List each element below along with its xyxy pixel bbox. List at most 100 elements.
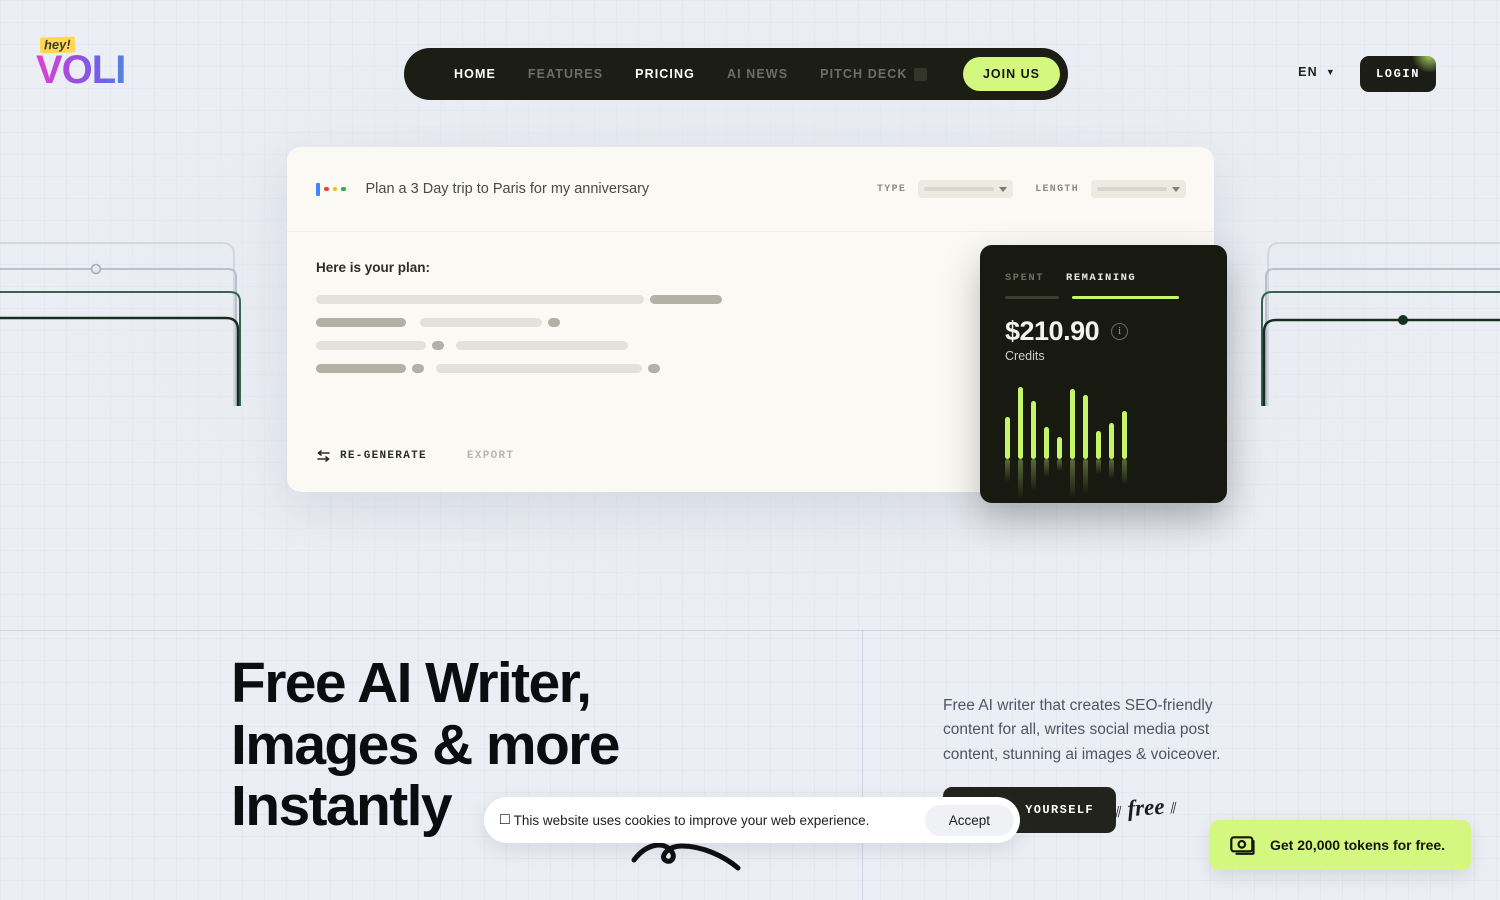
google-dots-icon	[316, 182, 346, 196]
credits-amount: $210.90	[1005, 316, 1100, 346]
sparkle-right-icon: ⫽	[1169, 800, 1178, 818]
credits-bar	[1096, 387, 1101, 474]
skeleton-bar	[316, 364, 406, 373]
credits-bar-positive	[1005, 417, 1010, 459]
length-placeholder-skeleton	[1097, 187, 1167, 191]
decorative-circuit-left	[0, 242, 241, 406]
logo[interactable]: hey! VOLI	[36, 36, 166, 92]
prompt-text: Plan a 3 Day trip to Paris for my annive…	[365, 181, 650, 197]
credits-bar-negative	[1057, 459, 1062, 471]
credits-label: Credits	[1005, 349, 1045, 363]
info-icon[interactable]: i	[1111, 323, 1129, 340]
nav-item-label: AI NEWS	[726, 67, 789, 81]
credits-bar	[1122, 387, 1127, 485]
section-divider-vertical	[862, 630, 863, 900]
token-promo-toast[interactable]: Get 20,000 tokens for free.	[1210, 820, 1471, 870]
generator-card-header: Plan a 3 Day trip to Paris for my annive…	[287, 147, 1214, 232]
credits-bar-negative	[1018, 459, 1023, 499]
skeleton-bar	[456, 341, 628, 350]
chevron-down-icon	[1172, 186, 1180, 192]
type-select[interactable]	[918, 180, 1014, 198]
skeleton-bar	[316, 295, 644, 304]
page-description: Free AI writer that creates SEO-friendly…	[943, 697, 1221, 763]
nav-item-home[interactable]: HOME	[438, 67, 512, 81]
length-select[interactable]	[1091, 180, 1186, 198]
join-us-button[interactable]: JOIN US	[962, 57, 1060, 91]
credits-bar-positive	[1109, 423, 1114, 459]
sparkle-left-icon: ⫽	[1114, 804, 1123, 822]
credits-amount-row: $210.90 i	[1005, 316, 1202, 347]
credits-bar	[1005, 387, 1010, 482]
login-button[interactable]: LOGIN	[1359, 56, 1436, 92]
new-badge-icon	[913, 67, 927, 81]
skeleton-bar	[412, 364, 424, 373]
credits-bar-negative	[1070, 459, 1075, 498]
credits-tab-indicators	[1005, 296, 1202, 299]
accept-cookies-button[interactable]: Accept	[924, 804, 1014, 836]
credits-bar-positive	[1057, 437, 1062, 459]
credits-bar-negative	[1109, 459, 1114, 479]
regenerate-icon	[317, 450, 330, 462]
nav-item-pricing[interactable]: PRICING	[619, 67, 711, 81]
export-button[interactable]: EXPORT	[467, 450, 514, 462]
tab-indicator-spent	[1005, 296, 1059, 299]
skeleton-bar	[432, 341, 444, 350]
credits-bar	[1018, 387, 1023, 499]
token-promo-message: Get 20,000 tokens for free.	[1270, 837, 1446, 853]
credits-bar-negative	[1083, 459, 1088, 494]
tab-spent[interactable]: SPENT	[1005, 272, 1044, 284]
credits-bar	[1109, 387, 1114, 479]
section-divider-horizontal	[0, 630, 1500, 631]
skeleton-bar	[436, 364, 642, 373]
credits-bar	[1044, 387, 1049, 477]
skeleton-bar	[316, 318, 406, 327]
logo-tagline: hey!	[39, 36, 75, 54]
skeleton-bar	[650, 295, 722, 304]
skeleton-bar	[316, 341, 426, 350]
credits-bar	[1083, 387, 1088, 494]
credits-bar-positive	[1044, 427, 1049, 459]
regenerate-button[interactable]: RE-GENERATE	[316, 450, 427, 462]
credits-bar-positive	[1031, 401, 1036, 459]
nav-item-label: HOME	[454, 67, 496, 81]
skeleton-bar	[648, 364, 660, 373]
type-placeholder-skeleton	[924, 187, 995, 191]
type-label: TYPE	[876, 183, 907, 195]
credits-bar-chart	[1005, 387, 1127, 499]
nav-item-features[interactable]: FEATURES	[512, 67, 619, 81]
credits-bar-negative	[1044, 459, 1049, 477]
length-label: LENGTH	[1035, 183, 1079, 195]
length-field: LENGTH	[1035, 180, 1186, 198]
credits-bar-negative	[1031, 459, 1036, 491]
tab-indicator-remaining	[1072, 296, 1179, 299]
cookie-icon: □	[500, 811, 510, 828]
tab-remaining[interactable]: REMAINING	[1066, 272, 1136, 284]
free-annotation: ⫽ free ⫽	[1114, 793, 1178, 823]
credits-bar-negative	[1122, 459, 1127, 485]
nav-item-ai-news[interactable]: AI NEWS	[711, 67, 804, 81]
credits-bar	[1070, 387, 1075, 498]
nav-item-label: PITCH DECK	[820, 67, 908, 81]
export-label: EXPORT	[466, 450, 515, 462]
generator-options: TYPE LENGTH	[877, 180, 1186, 198]
banknote-icon	[1230, 835, 1255, 855]
credits-bar-negative	[1096, 459, 1101, 474]
cookie-message: This website uses cookies to improve you…	[513, 812, 870, 828]
type-field: TYPE	[876, 180, 1014, 198]
credits-bar-negative	[1005, 459, 1010, 482]
credits-card: SPENT REMAINING $210.90 i Credits	[980, 245, 1227, 503]
credits-bar	[1057, 387, 1062, 471]
free-label: free	[1126, 793, 1166, 822]
language-selector[interactable]: EN ▼	[1298, 65, 1336, 79]
skeleton-bar	[548, 318, 560, 327]
nav-item-label: FEATURES	[527, 67, 604, 81]
credits-bar-positive	[1096, 431, 1101, 459]
credits-bar-positive	[1018, 387, 1023, 459]
decorative-circuit-right	[1261, 242, 1500, 406]
nav-item-label: PRICING	[635, 67, 695, 81]
credits-bar	[1031, 387, 1036, 491]
nav-item-pitch-deck[interactable]: PITCH DECK	[804, 67, 942, 81]
language-label: EN	[1298, 65, 1318, 79]
skeleton-bar	[420, 318, 542, 327]
main-navigation: HOME FEATURES PRICING AI NEWS PITCH DECK…	[404, 48, 1068, 100]
